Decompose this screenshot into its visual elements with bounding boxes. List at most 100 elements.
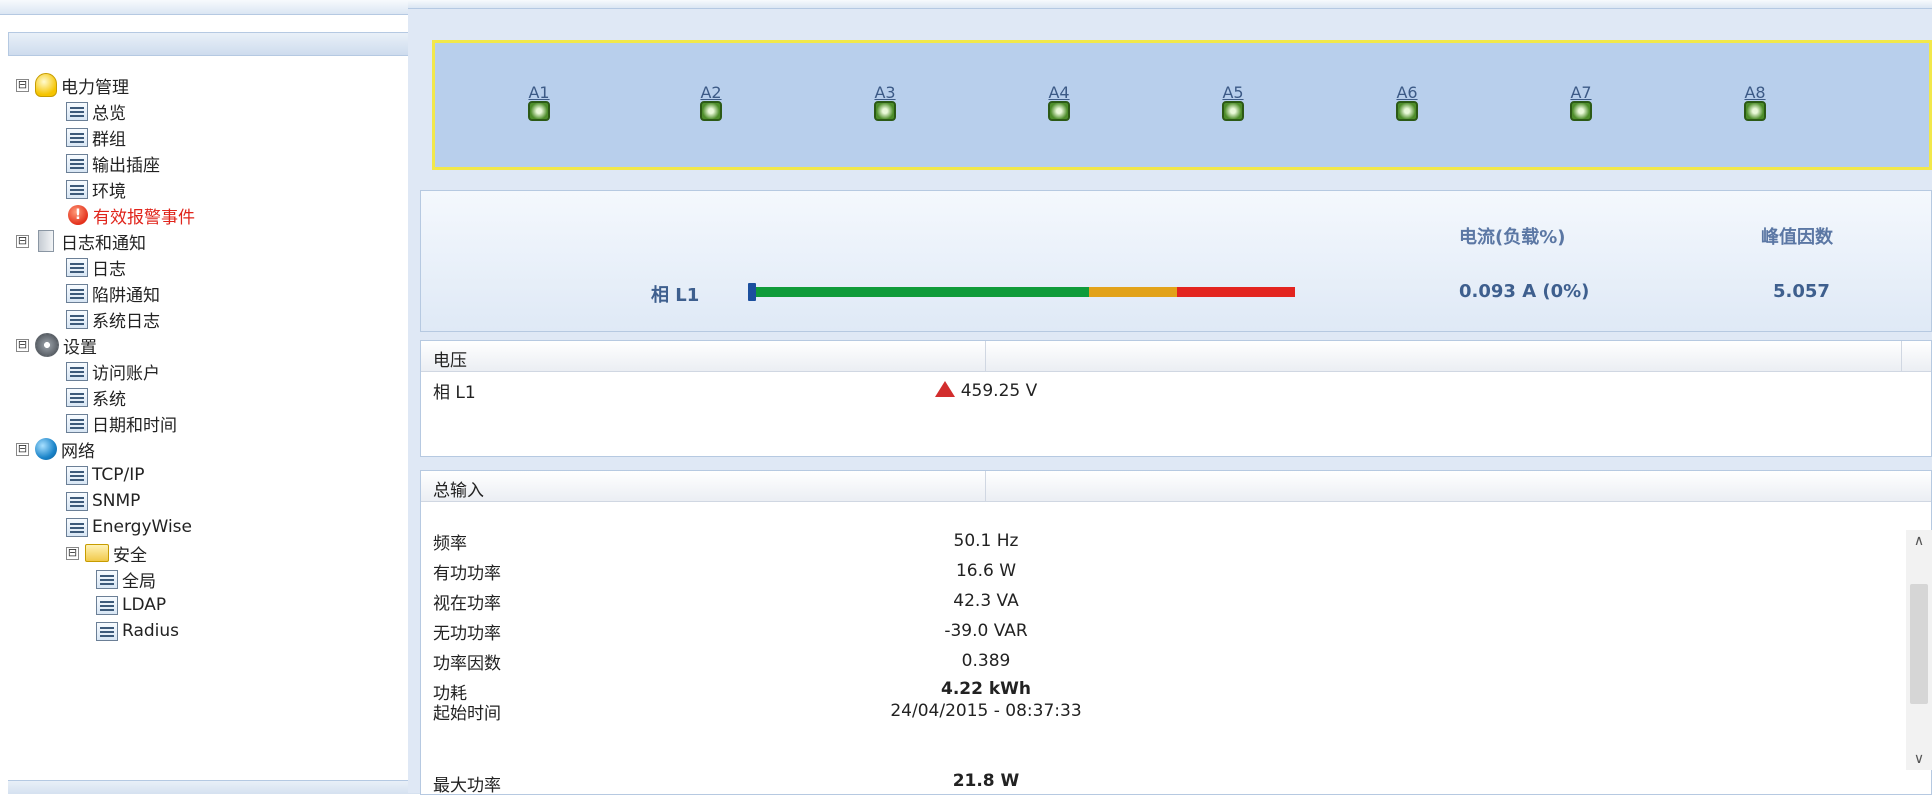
tree-item-label: 环境 [92,181,126,202]
tree-item-overview[interactable]: 总览 [66,98,126,124]
folder-icon [85,544,109,562]
outlet-a2[interactable]: A2 [691,85,731,121]
page-icon [96,621,118,641]
column-divider [985,341,986,371]
tree-item-environment[interactable]: 环境 [66,176,126,202]
row-value-energy: 4.22 kWh [940,679,1032,699]
outlet-socket-icon [1744,101,1766,121]
alert-icon: ! [68,205,88,225]
tree-item-label: 全局 [122,571,156,592]
phase-current-value: 0.093 A (0%) [1459,281,1590,302]
outlet-link[interactable]: A4 [1039,85,1079,101]
tree-item-label: 系统 [92,389,126,410]
load-bar-red-segment [1177,287,1295,297]
tree-item-trap-notification[interactable]: 陷阱通知 [66,280,160,306]
column-divider [985,471,986,501]
page-icon [66,413,88,433]
collapse-icon[interactable]: ⊟ [16,78,29,92]
page-icon [66,153,88,173]
page-icon [66,387,88,407]
tree-item-tcpip[interactable]: TCP/IP [66,462,145,488]
row-value-frequency: 50.1 Hz [953,531,1019,551]
page-icon [66,179,88,199]
crest-factor-header: 峰值因数 [1761,227,1833,248]
outlet-link[interactable]: A1 [519,85,559,101]
bulb-icon [35,73,57,97]
tree-item-active-alarms[interactable]: ! 有效报警事件 [68,202,195,228]
outlet-socket-icon [1048,101,1070,121]
column-divider [1901,341,1902,371]
outlet-a8[interactable]: A8 [1735,85,1775,121]
tree-item-label: 群组 [92,129,126,150]
tree-item-energywise[interactable]: EnergyWise [66,514,192,540]
row-value-active-power: 16.6 W [955,561,1017,581]
voltage-value: 459.25 V [421,381,1551,401]
tree-item-label: 设置 [63,337,97,358]
collapse-icon[interactable]: ⊟ [66,546,79,560]
page-icon [66,309,88,329]
collapse-icon[interactable]: ⊟ [16,442,29,456]
phase-current-panel: 电流(负载%) 峰值因数 相 L1 0.093 A (0%) 5.057 [420,190,1932,332]
tree-item-security[interactable]: ⊟ 安全 [66,540,147,566]
outlet-link[interactable]: A3 [865,85,905,101]
outlet-link[interactable]: A7 [1561,85,1601,101]
outlet-socket-icon [700,101,722,121]
tree-item-label: 安全 [113,545,147,566]
tree-item-logs-notifications[interactable]: ⊟ 日志和通知 [16,228,146,254]
outlet-socket-icon [1222,101,1244,121]
total-input-header: 总输入 [421,471,1931,502]
outlet-link[interactable]: A8 [1735,85,1775,101]
outlet-link[interactable]: A5 [1213,85,1253,101]
page-icon [66,101,88,121]
outlet-a5[interactable]: A5 [1213,85,1253,121]
document-icon [38,230,54,252]
row-value-reactive-power: -39.0 VAR [944,621,1028,641]
current-load-header: 电流(负载%) [1459,227,1566,248]
scroll-down-icon[interactable]: ∨ [1910,750,1928,768]
tree-item-date-time[interactable]: 日期和时间 [66,410,177,436]
tree-item-system[interactable]: 系统 [66,384,126,410]
tree-item-global[interactable]: 全局 [96,566,156,592]
tree-item-radius[interactable]: Radius [96,618,179,644]
tree-item-outlets[interactable]: 输出插座 [66,150,160,176]
main-content: A1 A2 A3 A4 A5 A6 A7 A8 电流(负载%) 峰值因数 相 L… [408,0,1932,795]
load-marker [748,283,756,301]
row-value-power-factor: 0.389 [961,651,1011,671]
page-icon [66,491,88,511]
tree-item-network[interactable]: ⊟ 网络 [16,436,95,462]
total-input-title: 总输入 [433,481,484,501]
tree-item-ldap[interactable]: LDAP [96,592,166,618]
tree-item-label: 日期和时间 [92,415,177,436]
globe-icon [35,438,57,460]
tree-item-label: SNMP [92,491,141,511]
collapse-icon[interactable]: ⊟ [16,338,29,352]
phase-label: 相 L1 [651,285,700,306]
tree-item-settings[interactable]: ⊟ 设置 [16,332,97,358]
tree-item-label: 陷阱通知 [92,285,160,306]
collapse-icon[interactable]: ⊟ [16,234,29,248]
tree-item-label: 网络 [61,441,95,462]
tree-item-label: Radius [122,621,180,641]
tree-item-syslog[interactable]: 系统日志 [66,306,160,332]
outlet-a3[interactable]: A3 [865,85,905,121]
tree-item-groups[interactable]: 群组 [66,124,126,150]
outlet-link[interactable]: A6 [1387,85,1427,101]
tree-item-label: 访问账户 [92,363,160,384]
scroll-up-icon[interactable]: ∧ [1910,532,1928,550]
tree-item-power-management[interactable]: ⊟ 电力管理 [16,72,129,98]
tree-item-log[interactable]: 日志 [66,254,126,280]
row-value-max-power: 21.8 W [952,771,1020,791]
outlet-a4[interactable]: A4 [1039,85,1079,121]
vertical-scrollbar[interactable]: ∧ ∨ [1906,530,1932,770]
outlet-link[interactable]: A2 [691,85,731,101]
tree-item-access-accounts[interactable]: 访问账户 [66,358,160,384]
tree-item-label: 总览 [92,103,126,124]
total-input-panel: 总输入 频率 50.1 Hz 有功功率 16.6 W 视在功率 42.3 VA … [420,470,1932,795]
outlet-a7[interactable]: A7 [1561,85,1601,121]
load-bar-green-segment [750,287,1089,297]
page-icon [66,257,88,277]
scroll-thumb[interactable] [1910,584,1928,704]
tree-item-snmp[interactable]: SNMP [66,488,140,514]
outlet-a6[interactable]: A6 [1387,85,1427,121]
outlet-a1[interactable]: A1 [519,85,559,121]
